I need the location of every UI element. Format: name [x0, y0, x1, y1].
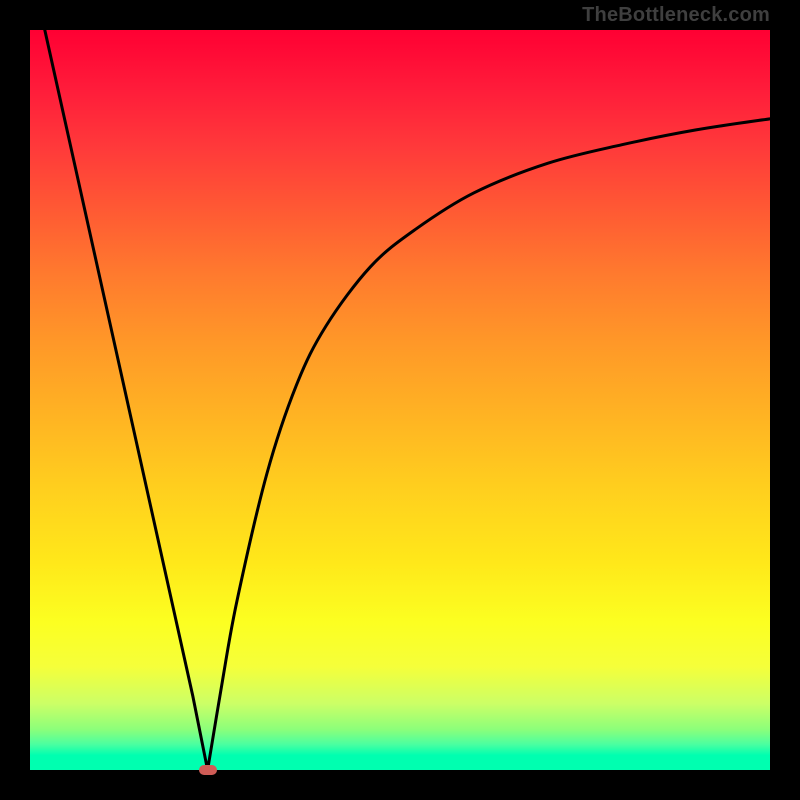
bottleneck-curve — [30, 30, 770, 770]
plot-area — [30, 30, 770, 770]
optimum-marker — [199, 765, 217, 775]
attribution-text: TheBottleneck.com — [582, 4, 770, 27]
